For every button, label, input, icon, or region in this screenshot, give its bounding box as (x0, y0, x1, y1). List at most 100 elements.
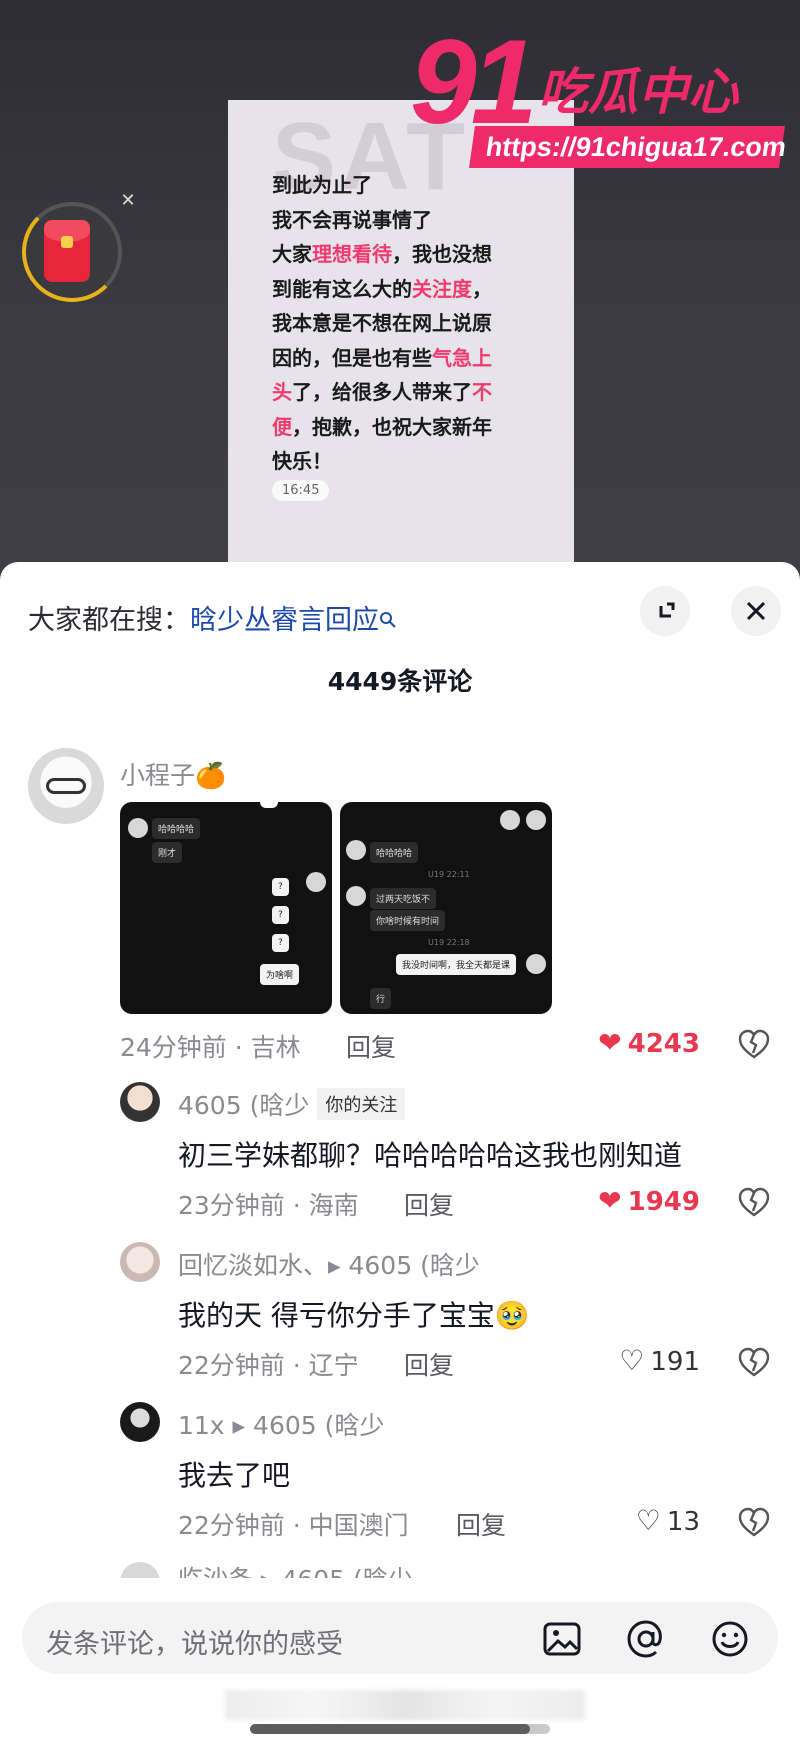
heart-filled-icon: ❤ (598, 1184, 622, 1217)
close-button[interactable] (731, 586, 781, 636)
expand-button[interactable] (640, 586, 690, 636)
comment-text: 我的天 得亏你分手了宝宝🥹 (178, 1299, 530, 1332)
reply-button[interactable]: 回复 (404, 1186, 454, 1222)
post-text-line: 到此为止了 (272, 168, 552, 203)
like-button[interactable]: ❤ 4243 (598, 1026, 700, 1059)
post-text-line: 我本意是不想在网上说原 (272, 306, 552, 341)
dislike-icon[interactable] (736, 1184, 772, 1220)
chat-avatar (306, 872, 326, 892)
reply-button[interactable]: 回复 (346, 1028, 396, 1064)
avatar[interactable] (28, 748, 104, 824)
dislike-icon[interactable] (736, 1344, 772, 1380)
at-icon[interactable] (626, 1619, 666, 1659)
search-label: 大家都在搜： (28, 605, 190, 636)
comment-time-location: 22分钟前 · 辽宁 (178, 1351, 359, 1380)
chat-bubble: 行 (370, 988, 392, 1009)
comment-username[interactable]: 4605 (晗少 (178, 1091, 309, 1120)
close-icon[interactable]: ✕ (115, 188, 141, 214)
avatar[interactable] (120, 1242, 160, 1282)
avatar[interactable] (120, 1402, 160, 1442)
chat-timestamp: U19 22:18 (428, 938, 470, 947)
comment-count: 4449条评论 (327, 667, 473, 696)
statement-phrase: 我本意是不想在网上说原 (272, 311, 492, 335)
statement-phrase: 我不会再说事情了 (272, 207, 432, 232)
logo-number: 91 (410, 15, 538, 149)
reply-username-row: 4605 (晗少 你的关注 (178, 1086, 406, 1122)
heart-filled-icon: ❤ (598, 1026, 622, 1059)
like-button[interactable]: ❤ 1949 (598, 1184, 700, 1217)
chat-bubble: 我没时间啊，我全天都是课 (396, 954, 517, 975)
comment-time-location: 22分钟前 · 中国澳门 (178, 1511, 409, 1540)
post-text-line: 头了，给很多人带来了不 (272, 375, 552, 410)
comment-sheet: 大家都在搜：晗少丛睿言回应 4449条评论 小程子🍊 哈哈哈哈 刚才 ? ? ?… (0, 562, 800, 1750)
home-indicator[interactable] (250, 1724, 550, 1734)
avatar[interactable] (120, 1082, 160, 1122)
comment-image[interactable]: 哈哈哈哈 刚才 ? ? ? 为啥啊 (120, 802, 332, 1014)
red-envelope-widget[interactable] (22, 202, 122, 302)
statement-phrase: ，抱歉，也祝大家新年 (292, 414, 492, 439)
chat-avatar (346, 886, 366, 906)
post-text-line: 大家理想看待，我也没想 (272, 237, 552, 272)
highlighted-phrase: 头 (272, 380, 292, 404)
highlighted-phrase: 理想看待 (312, 242, 392, 266)
chat-avatar (346, 840, 366, 860)
reply-button[interactable]: 回复 (456, 1506, 506, 1542)
comment-username[interactable]: 小程子🍊 (120, 756, 226, 792)
image-icon[interactable] (542, 1619, 582, 1659)
logo-url: https://91chigua17.com (469, 126, 788, 168)
statement-phrase: 到此为止了 (272, 173, 372, 197)
envelope-seal (61, 236, 73, 248)
avatar-glasses (46, 778, 86, 794)
comment-input-placeholder[interactable]: 发条评论，说说你的感受 (46, 1622, 343, 1661)
comment-input-bar[interactable]: 发条评论，说说你的感受 (22, 1602, 778, 1674)
chat-bubble: 你啥时候有时间 (370, 910, 446, 931)
statement-phrase: ，我也没想 (392, 242, 492, 266)
heart-outline-icon: ♡ (635, 1504, 661, 1537)
reply-item: 临沙条 ▸ 4605 (晗少 (0, 1558, 800, 1578)
video-player[interactable]: SAT 到此为止了 我不会再说事情了 大家理想看待，我也没想 到能有这么大的关注度，我… (0, 0, 800, 580)
like-button[interactable]: ♡ 13 (636, 1504, 700, 1537)
chat-avatar (500, 810, 520, 830)
chat-bubble: ? (272, 934, 289, 952)
following-badge: 你的关注 (317, 1088, 406, 1120)
chat-bubble: 过两天吃饭不 (370, 888, 437, 909)
chat-bubble: 哈哈哈哈 (370, 842, 419, 863)
comment-username[interactable]: 临沙条 ▸ 4605 (晗少 (178, 1560, 413, 1578)
dislike-icon[interactable] (736, 1504, 772, 1540)
reply-button[interactable]: 回复 (404, 1346, 454, 1382)
like-button[interactable]: ♡ 191 (619, 1344, 700, 1377)
highlighted-phrase: 便 (272, 414, 292, 439)
search-icon (379, 610, 397, 634)
chat-bubble: ? (272, 906, 289, 924)
dislike-icon[interactable] (736, 1026, 772, 1062)
statement-phrase: 了，给很多人带来了 (292, 380, 472, 404)
chat-timestamp: U19 22:11 (428, 870, 470, 879)
expand-icon (659, 602, 675, 618)
post-text-line: 便，抱歉，也祝大家新年 (272, 410, 552, 445)
phone-notch (260, 802, 278, 808)
search-keyword-link[interactable]: 晗少丛睿言回应 (190, 605, 379, 636)
chat-avatar (526, 810, 546, 830)
chat-bubble: ? (272, 878, 289, 896)
comment-image[interactable]: 哈哈哈哈 U19 22:11 过两天吃饭不 你啥时候有时间 U19 22:18 … (340, 802, 552, 1014)
chat-avatar (128, 818, 148, 838)
like-count: 4243 (627, 1029, 700, 1059)
close-icon (746, 601, 766, 621)
post-text-line: 到能有这么大的关注度， (272, 272, 552, 307)
comment-time-location: 24分钟前 · 吉林 (120, 1033, 301, 1062)
comment-username[interactable]: 11x ▸ 4605 (晗少 (178, 1406, 384, 1442)
search-suggestion[interactable]: 大家都在搜：晗少丛睿言回应 (28, 598, 397, 637)
post-statement-text: 到此为止了我不会再说事情了大家理想看待，我也没想 到能有这么大的关注度， 我本意是不… (272, 168, 552, 479)
avatar[interactable] (120, 1562, 160, 1578)
highlighted-phrase: 气急上 (432, 345, 492, 370)
like-count: 13 (666, 1507, 700, 1537)
post-text-line: 快乐！ (272, 444, 552, 479)
statement-phrase: 因的，但是也有些 (272, 345, 432, 370)
post-timestamp: 16:45 (272, 480, 330, 501)
chat-bubble: 为啥啊 (260, 964, 300, 985)
logo-text: 吃瓜中心 (538, 63, 738, 121)
comment-username[interactable]: 回忆淡如水、▸ 4605 (晗少 (178, 1246, 480, 1282)
watermark-logo: 91 吃瓜中心 https://91chigua17.com (410, 22, 790, 172)
blurred-area (225, 1690, 585, 1720)
emoji-icon[interactable] (710, 1619, 750, 1659)
